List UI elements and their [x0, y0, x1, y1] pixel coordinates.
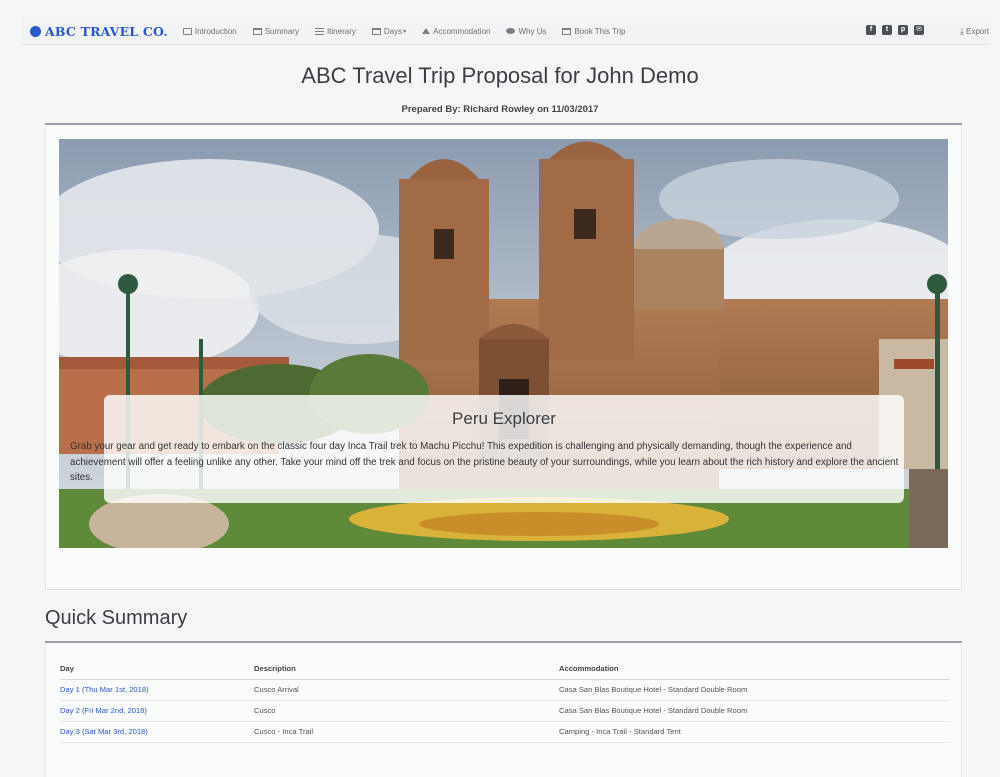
header-divider [45, 123, 962, 125]
nav-item-accommodation[interactable]: Accommodation [422, 27, 490, 36]
description-cell: Cusco - Inca Trail [254, 721, 559, 743]
description-cell: Cusco [254, 700, 559, 722]
accommodation-cell: Casa San Blas Boutique Hotel - Standard … [559, 679, 950, 701]
nav-item-label: Itinerary [326, 26, 356, 36]
trip-name: Peru Explorer [452, 409, 556, 428]
nav-item-days[interactable]: Days ▾ [371, 26, 407, 36]
summary-table: Day Description Accommodation Day 1 (Thu… [60, 658, 950, 743]
table-header-row: Day Description Accommodation [60, 658, 950, 680]
page-title: ABC Travel Trip Proposal for John Demo [301, 63, 699, 88]
accommodation-cell: Camping - Inca Trail - Standard Tent [559, 721, 950, 743]
pinterest-icon[interactable]: p [898, 25, 908, 35]
nav-item-label: Why Us [518, 26, 547, 36]
table-row: Day 3 (Sat Mar 3rd, 2018) Cusco - Inca T… [60, 721, 950, 743]
nav-item-label: Book This Trip [574, 26, 626, 36]
day-link[interactable]: Day 2 (Fri Mar 2nd, 2018) [60, 700, 254, 722]
nav-item-label: Introduction [194, 26, 237, 36]
calendar-icon [371, 27, 381, 35]
nav-item-label: Summary [264, 26, 299, 36]
summary-panel: Day Description Accommodation Day 1 (Thu… [45, 644, 962, 777]
day-link[interactable]: Day 1 (Thu Mar 1st, 2018) [60, 679, 254, 701]
facebook-icon[interactable]: f [866, 25, 876, 35]
nav-item-book-this-trip[interactable]: Book This Trip [562, 27, 625, 36]
hero-caption: Peru Explorer Grab your gear and get rea… [70, 395, 904, 503]
twitter-icon[interactable]: t [882, 25, 892, 35]
credit-card-icon [562, 27, 572, 35]
brand-logo[interactable]: ABC TRAVEL CO. [30, 24, 168, 39]
table-row: Day 1 (Thu Mar 1st, 2018) Cusco Arrival … [60, 679, 950, 701]
description-cell: Cusco Arrival [254, 679, 559, 701]
email-icon[interactable]: ✉ [914, 25, 924, 35]
nav-item-label: Accommodation [433, 26, 491, 36]
summary-icon [252, 27, 262, 35]
brand-name: ABC TRAVEL CO. [45, 23, 168, 39]
trip-description: Grab your gear and get ready to embark o… [70, 441, 899, 483]
nav-item-why-us[interactable]: Why Us [506, 27, 546, 36]
column-header-accommodation: Accommodation [559, 658, 950, 680]
chevron-down-icon: ▾ [403, 28, 407, 35]
export-label: Export [965, 27, 990, 36]
download-icon: ⤓ [960, 26, 964, 36]
social-links: f t p ✉ [866, 25, 930, 35]
nav-menu: Introduction Summary Itinerary Days ▾ Ac… [182, 26, 642, 36]
column-header-day: Day [60, 658, 254, 680]
column-header-description: Description [254, 658, 559, 680]
home-icon [422, 28, 431, 34]
top-navbar: ABC TRAVEL CO. Introduction Summary Itin… [22, 18, 990, 45]
prepared-by: Prepared By: Richard Rowley on 11/03/201… [401, 104, 599, 115]
list-icon [314, 27, 324, 35]
document-icon [182, 27, 192, 35]
nav-item-itinerary[interactable]: Itinerary [314, 26, 356, 36]
summary-divider [45, 641, 962, 643]
nav-item-summary[interactable]: Summary [252, 26, 299, 36]
export-button[interactable]: ⤓ Export [960, 26, 989, 37]
brand-logo-icon [30, 25, 41, 37]
quick-summary-heading: Quick Summary [45, 607, 188, 629]
accommodation-cell: Casa San Blas Boutique Hotel - Standard … [559, 700, 950, 722]
chat-icon [506, 28, 516, 34]
table-row: Day 2 (Fri Mar 2nd, 2018) Cusco Casa San… [60, 700, 950, 722]
day-link[interactable]: Day 3 (Sat Mar 3rd, 2018) [60, 721, 254, 743]
nav-item-introduction[interactable]: Introduction [182, 26, 237, 36]
nav-item-label: Days [383, 26, 403, 36]
